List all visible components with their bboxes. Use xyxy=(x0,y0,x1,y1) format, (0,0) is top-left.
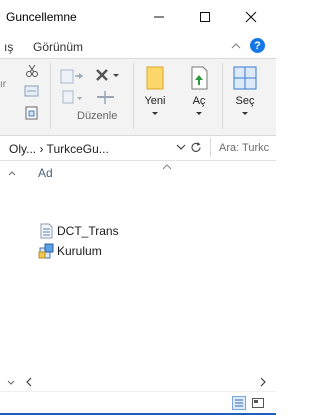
file-name: Kurulum xyxy=(57,244,102,258)
move-to-icon xyxy=(60,69,83,84)
nav-pane-scroll-up-icon[interactable] xyxy=(8,166,16,176)
breadcrumb[interactable]: Oly... › TurkceGu... xyxy=(9,142,109,156)
horizontal-scrollbar[interactable] xyxy=(0,375,276,389)
list-item[interactable]: Kurulum xyxy=(38,242,102,260)
help-icon: ? xyxy=(254,39,261,52)
select-button[interactable]: Seç xyxy=(226,62,264,128)
search-box[interactable]: Ara: Turkc xyxy=(210,138,277,157)
large-icons-view-icon xyxy=(252,398,264,408)
dropdown-caret-icon xyxy=(152,112,158,115)
copy-to-icon xyxy=(62,90,82,104)
chevron-left-icon xyxy=(26,377,32,387)
copy-path-icon xyxy=(24,85,39,97)
close-icon xyxy=(245,11,257,23)
paste-shortcut-button[interactable] xyxy=(24,105,40,121)
cut-label: ır xyxy=(0,79,7,90)
select-grid-icon xyxy=(233,66,257,90)
text-file-icon xyxy=(38,223,54,239)
group-label-organize: Düzenle xyxy=(77,110,118,122)
list-item[interactable]: DCT_Trans xyxy=(38,222,119,240)
file-list: Ad DCT_Trans Kurulum xyxy=(0,160,276,385)
copy-to-button[interactable] xyxy=(60,89,84,107)
new-label: Yeni xyxy=(144,95,166,107)
address-history-button[interactable] xyxy=(175,141,187,153)
copy-path-button[interactable] xyxy=(24,84,40,98)
column-header-name[interactable]: Ad xyxy=(38,166,53,180)
refresh-icon xyxy=(191,142,201,152)
refresh-button[interactable] xyxy=(190,141,203,154)
window-title: Guncellemne xyxy=(6,10,77,24)
open-button[interactable]: Aç xyxy=(180,62,218,128)
rename-button[interactable] xyxy=(94,89,118,107)
scroll-right-button[interactable] xyxy=(258,376,268,387)
new-button[interactable]: Yeni xyxy=(136,62,174,128)
ribbon-separator xyxy=(133,63,134,129)
ribbon: ır Düzenle Yeni Aç Seç xyxy=(0,58,276,136)
open-label: Aç xyxy=(192,95,206,107)
search-placeholder: Ara: Turkc xyxy=(219,142,270,154)
help-button[interactable]: ? xyxy=(250,38,265,53)
ribbon-separator xyxy=(50,63,51,129)
ribbon-tabs: ış Görünüm ? xyxy=(0,34,276,58)
scissors-icon xyxy=(26,64,38,77)
dropdown-caret-icon xyxy=(242,112,248,115)
chevron-up-icon xyxy=(231,43,241,49)
cut-button[interactable] xyxy=(24,63,40,79)
rename-icon xyxy=(97,91,114,104)
maximize-button[interactable] xyxy=(182,0,228,34)
tab-view[interactable]: Görünüm xyxy=(33,40,83,54)
select-label: Seç xyxy=(235,95,255,107)
sort-ascending-icon xyxy=(162,160,172,170)
details-view-icon xyxy=(235,399,243,407)
scroll-left-button[interactable] xyxy=(24,376,34,387)
open-icon xyxy=(191,66,208,90)
setup-icon xyxy=(38,243,54,259)
chevron-right-icon xyxy=(260,377,266,387)
collapse-ribbon-button[interactable] xyxy=(229,39,243,53)
dropdown-caret-icon xyxy=(196,112,202,115)
title-bar: Guncellemne xyxy=(0,0,276,34)
minimize-icon xyxy=(154,16,164,18)
tab-share[interactable]: ış xyxy=(4,40,13,54)
new-folder-icon xyxy=(146,66,164,90)
details-view-button[interactable] xyxy=(232,396,246,410)
address-bar: Oly... › TurkceGu... Ara: Turkc xyxy=(0,136,276,161)
ribbon-separator xyxy=(222,63,223,129)
large-icons-view-button[interactable] xyxy=(251,396,265,410)
maximize-icon xyxy=(200,12,210,22)
close-button[interactable] xyxy=(228,0,274,34)
paste-shortcut-icon xyxy=(25,106,38,120)
delete-button[interactable] xyxy=(94,67,120,85)
chevron-down-icon xyxy=(176,144,186,150)
move-to-button[interactable] xyxy=(60,67,84,85)
minimize-button[interactable] xyxy=(136,0,182,34)
file-name: DCT_Trans xyxy=(57,224,119,238)
delete-x-icon xyxy=(96,69,119,81)
